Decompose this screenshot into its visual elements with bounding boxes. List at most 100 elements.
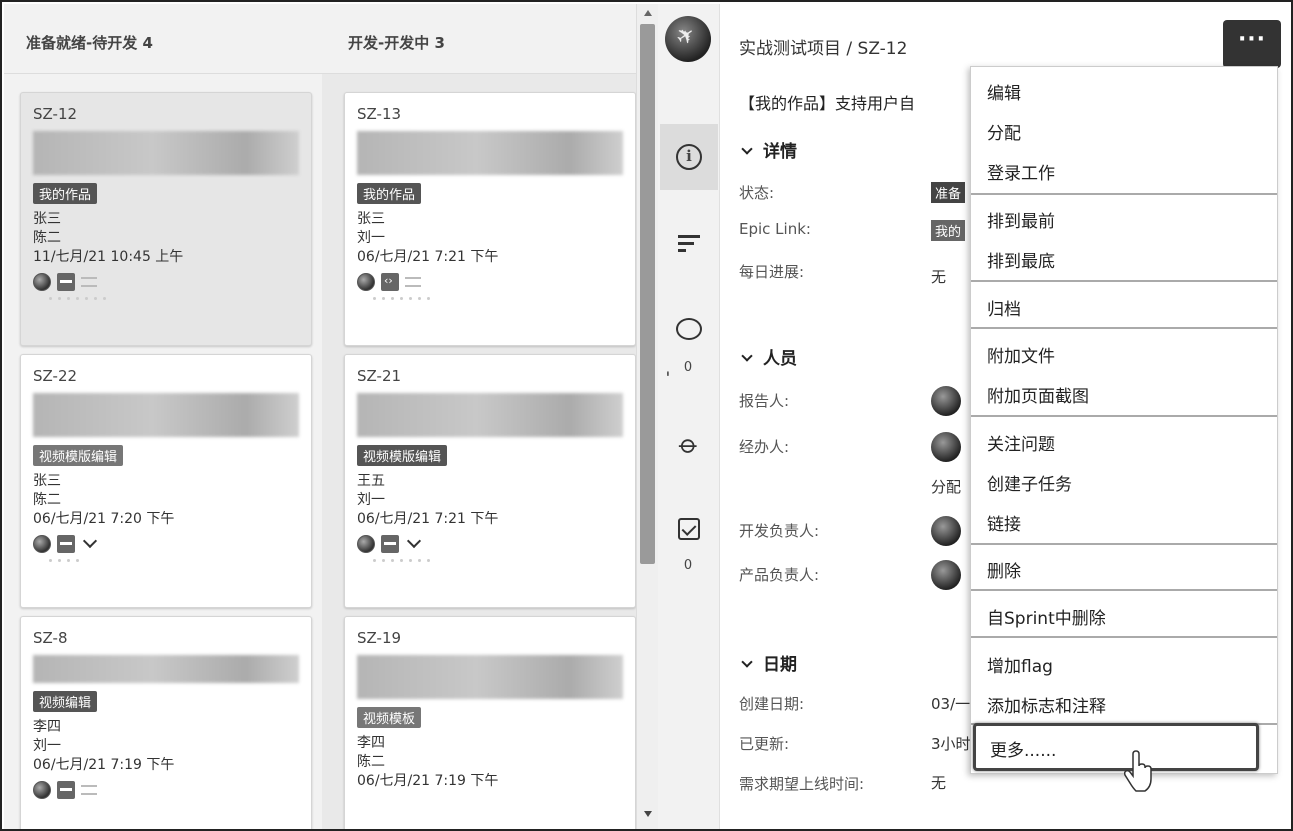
menu-divider xyxy=(971,636,1277,638)
priority-low-icon xyxy=(82,533,98,549)
progress-dots xyxy=(357,293,623,303)
issue-card[interactable]: SZ-8 视频编辑 李四 刘一 06/七月/21 7:19 下午 xyxy=(20,616,312,829)
epic-link-value[interactable]: 我的 xyxy=(931,220,966,241)
progress-dots xyxy=(33,555,299,565)
status-value[interactable]: 准备 xyxy=(931,182,966,203)
column-header-ready: 准备就绪-待开发 4 xyxy=(4,4,322,74)
launch-value[interactable]: 无 xyxy=(931,772,946,793)
avatar xyxy=(33,273,51,291)
menu-item-assign[interactable]: 分配 xyxy=(971,111,1277,149)
menu-item-delete[interactable]: 删除 xyxy=(971,549,1277,587)
person: 刘一 xyxy=(357,492,385,508)
details-tab[interactable]: i xyxy=(660,124,718,190)
product-owner-avatar[interactable] xyxy=(931,560,961,590)
comment-bubble-icon xyxy=(676,318,702,340)
issue-card[interactable]: SZ-22 视频模版编辑 张三 陈二 06/七月/21 7:20 下午 xyxy=(20,354,312,608)
more-actions-menu: 编辑 分配 登录工作 排到最前 排到最底 归档 附加文件 附加页面截图 关注问题… xyxy=(970,66,1278,774)
epic-label: 视频模板 xyxy=(357,707,422,728)
board-scrollbar[interactable] xyxy=(636,4,658,829)
issue-card[interactable]: SZ-12 我的作品 张三 陈二 11/七月/21 10:45 上午 xyxy=(20,92,312,346)
issue-card[interactable]: SZ-19 视频模板 李四 陈二 06/七月/21 7:19 下午 xyxy=(344,616,636,829)
menu-divider xyxy=(971,543,1277,545)
code-type-icon xyxy=(381,273,399,291)
timestamp: 06/七月/21 7:19 下午 xyxy=(33,757,175,773)
person: 张三 xyxy=(357,211,385,227)
progress-dots xyxy=(33,293,299,303)
blurred-summary xyxy=(33,393,299,437)
menu-item-rank-bottom[interactable]: 排到最底 xyxy=(971,239,1277,277)
sort-lines-icon xyxy=(678,235,700,252)
menu-divider xyxy=(971,327,1277,329)
chevron-down-icon xyxy=(741,350,753,362)
priority-low-icon xyxy=(406,533,422,549)
blurred-summary xyxy=(357,655,623,699)
menu-item-link[interactable]: 链接 xyxy=(971,502,1277,540)
scroll-up-arrow-icon[interactable] xyxy=(644,10,652,16)
dev-owner-avatar[interactable] xyxy=(931,516,961,546)
menu-item-attach-file[interactable]: 附加文件 xyxy=(971,334,1277,372)
person: 陈二 xyxy=(357,754,385,770)
issue-card[interactable]: SZ-13 我的作品 张三 刘一 06/七月/21 7:21 下午 xyxy=(344,92,636,346)
epic-label: 视频模版编辑 xyxy=(33,445,124,466)
avatar xyxy=(33,535,51,553)
avatar xyxy=(357,535,375,553)
menu-item-create-subtask[interactable]: 创建子任务 xyxy=(971,462,1277,500)
resize-handle-icon[interactable]: ··· xyxy=(659,370,675,374)
issue-card[interactable]: SZ-21 视频模版编辑 王五 刘一 06/七月/21 7:21 下午 xyxy=(344,354,636,608)
menu-divider xyxy=(971,589,1277,591)
menu-item-watch-issue[interactable]: 关注问题 xyxy=(971,422,1277,460)
timestamp: 06/七月/21 7:21 下午 xyxy=(357,249,499,265)
menu-item-attach-screenshot[interactable]: 附加页面截图 xyxy=(971,374,1277,412)
assign-link[interactable]: 分配 xyxy=(931,476,961,497)
section-details[interactable]: 详情 xyxy=(739,137,797,162)
story-type-icon xyxy=(381,535,399,553)
blurred-summary xyxy=(33,655,299,683)
section-people[interactable]: 人员 xyxy=(739,344,797,369)
hand-cursor-icon xyxy=(1124,750,1152,792)
scrollbar-thumb[interactable] xyxy=(640,24,655,564)
subtasks-tab[interactable] xyxy=(660,496,718,562)
timestamp: 06/七月/21 7:20 下午 xyxy=(33,511,175,527)
reporter-avatar[interactable] xyxy=(931,386,961,416)
avatar xyxy=(357,273,375,291)
created-label: 创建日期: xyxy=(739,695,805,713)
priority-medium-icon xyxy=(81,785,97,795)
menu-item-remove-from-sprint[interactable]: 自Sprint中删除 xyxy=(971,596,1277,634)
assignee-avatar[interactable] xyxy=(931,432,961,462)
menu-item-edit[interactable]: 编辑 xyxy=(971,71,1277,109)
product-owner-label: 产品负责人: xyxy=(739,566,820,584)
issue-key: SZ-21 xyxy=(357,367,402,385)
chevron-down-icon xyxy=(741,143,753,155)
menu-item-more[interactable]: 更多...... xyxy=(973,723,1259,771)
menu-item-log-work[interactable]: 登录工作 xyxy=(971,151,1277,189)
avatar xyxy=(33,781,51,799)
menu-divider xyxy=(971,415,1277,417)
comments-tab[interactable] xyxy=(660,296,718,362)
menu-item-rank-top[interactable]: 排到最前 xyxy=(971,199,1277,237)
menu-divider xyxy=(971,280,1277,282)
blurred-summary xyxy=(357,131,623,175)
story-type-icon xyxy=(57,273,75,291)
menu-item-add-flag-comment[interactable]: 添加标志和注释 xyxy=(971,684,1277,722)
priority-medium-icon xyxy=(81,277,97,287)
issue-key: SZ-8 xyxy=(33,629,68,647)
chevron-down-icon xyxy=(741,656,753,668)
sort-tab[interactable] xyxy=(660,210,718,276)
timestamp: 06/七月/21 7:21 下午 xyxy=(357,511,499,527)
more-actions-button[interactable]: ··· xyxy=(1223,20,1281,72)
menu-item-add-flag[interactable]: 增加flag xyxy=(971,644,1277,682)
menu-item-archive[interactable]: 归档 xyxy=(971,287,1277,325)
person: 刘一 xyxy=(33,738,61,754)
status-label: 状态: xyxy=(739,184,775,202)
daily-progress-value[interactable]: 无 xyxy=(931,266,946,287)
breadcrumb[interactable]: 实战测试项目 / SZ-12 xyxy=(739,34,907,59)
project-avatar-icon[interactable] xyxy=(665,16,711,62)
section-dates[interactable]: 日期 xyxy=(739,650,797,675)
person: 张三 xyxy=(33,211,61,227)
issue-key: SZ-22 xyxy=(33,367,78,385)
scroll-down-arrow-icon[interactable] xyxy=(644,811,652,817)
daily-progress-label: 每日进展: xyxy=(739,263,805,281)
dev-owner-label: 开发负责人: xyxy=(739,522,820,540)
checkbox-icon xyxy=(678,518,700,540)
attachments-tab[interactable]: ⌀ xyxy=(660,412,718,478)
